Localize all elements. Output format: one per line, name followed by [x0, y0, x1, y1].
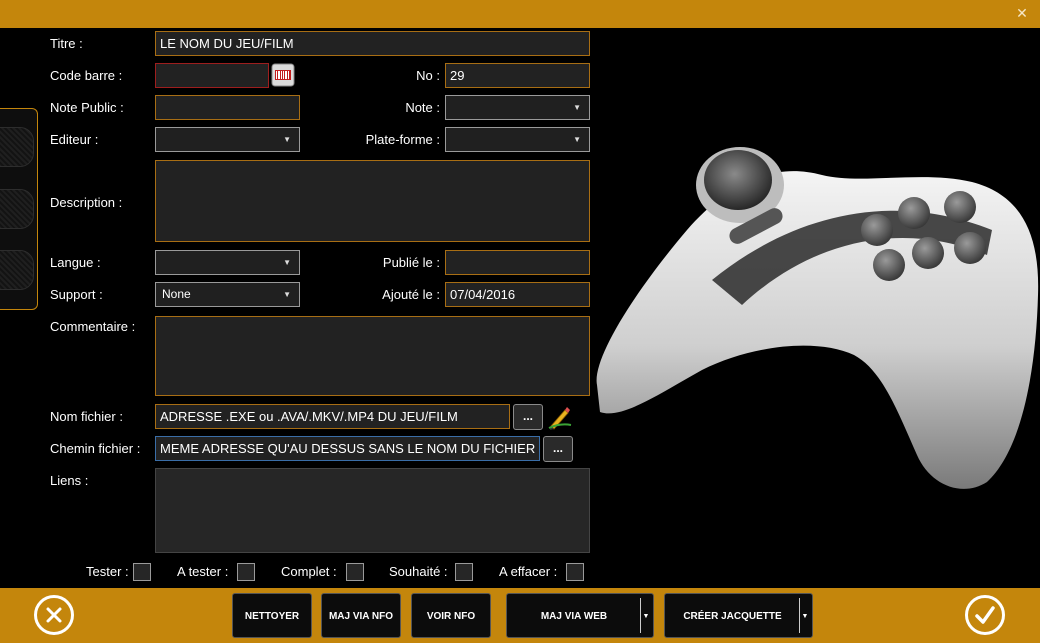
- editeur-label: Editeur :: [50, 132, 99, 147]
- code-barre-input[interactable]: [155, 63, 269, 88]
- a-tester-checkbox[interactable]: [237, 563, 255, 581]
- titre-label: Titre :: [50, 36, 83, 51]
- edit-pencil-icon[interactable]: [548, 404, 572, 430]
- langue-label: Langue :: [50, 255, 101, 270]
- souhaite-checkbox[interactable]: [455, 563, 473, 581]
- complet-checkbox[interactable]: [346, 563, 364, 581]
- chemin-fichier-browse-button[interactable]: ...: [543, 436, 573, 462]
- tester-label: Tester :: [86, 564, 129, 579]
- no-label: No :: [416, 68, 440, 83]
- side-tab-strip: [0, 108, 38, 310]
- plateforme-label: Plate-forme :: [365, 132, 440, 147]
- description-textarea[interactable]: [155, 160, 590, 242]
- a-effacer-label: A effacer :: [499, 564, 558, 579]
- support-dropdown-value: None: [162, 287, 191, 301]
- creer-jacquette-button[interactable]: CRÉER JACQUETTE ▼: [664, 593, 813, 638]
- nettoyer-button[interactable]: NETTOYER: [232, 593, 312, 638]
- nom-fichier-browse-button[interactable]: ...: [513, 404, 543, 430]
- chemin-fichier-label: Chemin fichier :: [50, 441, 141, 456]
- side-tab-3[interactable]: [0, 250, 34, 290]
- support-dropdown[interactable]: None ▼: [155, 282, 300, 307]
- complet-label: Complet :: [281, 564, 337, 579]
- note-label: Note :: [405, 100, 440, 115]
- liens-label: Liens :: [50, 473, 89, 488]
- chevron-down-icon[interactable]: ▼: [641, 594, 651, 639]
- barcode-icon[interactable]: [271, 63, 295, 87]
- note-dropdown[interactable]: ▼: [445, 95, 590, 120]
- chevron-down-icon: ▼: [283, 258, 291, 267]
- publie-le-input[interactable]: [445, 250, 590, 275]
- chevron-down-icon: ▼: [573, 103, 581, 112]
- commentaire-textarea[interactable]: [155, 316, 590, 396]
- chevron-down-icon[interactable]: ▼: [800, 594, 810, 639]
- maj-via-nfo-button[interactable]: MAJ VIA NFO: [321, 593, 401, 638]
- code-barre-label: Code barre :: [50, 68, 123, 83]
- commentaire-label: Commentaire :: [50, 319, 136, 334]
- nom-fichier-label: Nom fichier :: [50, 409, 123, 424]
- chevron-down-icon: ▼: [283, 135, 291, 144]
- description-label: Description :: [50, 195, 123, 210]
- no-input[interactable]: 29: [445, 63, 590, 88]
- voir-nfo-button[interactable]: VOIR NFO: [411, 593, 491, 638]
- a-effacer-checkbox[interactable]: [566, 563, 584, 581]
- liens-textarea[interactable]: [155, 468, 590, 553]
- title-bar: [0, 0, 1040, 28]
- maj-via-web-label: MAJ VIA WEB: [540, 611, 608, 622]
- support-label: Support :: [50, 287, 103, 302]
- titre-input[interactable]: LE NOM DU JEU/FILM: [155, 31, 590, 56]
- souhaite-label: Souhaité :: [389, 564, 448, 579]
- side-tab-1[interactable]: [0, 127, 34, 167]
- editeur-dropdown[interactable]: ▼: [155, 127, 300, 152]
- nom-fichier-input[interactable]: ADRESSE .EXE ou .AVA/.MKV/.MP4 DU JEU/FI…: [155, 404, 510, 429]
- plateforme-dropdown[interactable]: ▼: [445, 127, 590, 152]
- note-public-label: Note Public :: [50, 100, 124, 115]
- maj-via-web-button[interactable]: MAJ VIA WEB ▼: [506, 593, 654, 638]
- gamepad-image: [596, 147, 1039, 489]
- note-public-input[interactable]: [155, 95, 300, 120]
- chemin-fichier-input[interactable]: MEME ADRESSE QU'AU DESSUS SANS LE NOM DU…: [155, 436, 540, 461]
- close-icon[interactable]: ✕: [1014, 5, 1030, 21]
- chevron-down-icon: ▼: [573, 135, 581, 144]
- side-tab-2[interactable]: [0, 189, 34, 229]
- ajoute-le-input[interactable]: 07/04/2016: [445, 282, 590, 307]
- chevron-down-icon: ▼: [283, 290, 291, 299]
- confirm-check-icon[interactable]: [965, 595, 1005, 635]
- langue-dropdown[interactable]: ▼: [155, 250, 300, 275]
- cancel-circle-icon[interactable]: [34, 595, 74, 635]
- publie-le-label: Publié le :: [382, 255, 440, 270]
- creer-jacquette-label: CRÉER JACQUETTE: [683, 611, 782, 622]
- tester-checkbox[interactable]: [133, 563, 151, 581]
- a-tester-label: A tester :: [177, 564, 229, 579]
- ajoute-le-label: Ajouté le :: [382, 287, 440, 302]
